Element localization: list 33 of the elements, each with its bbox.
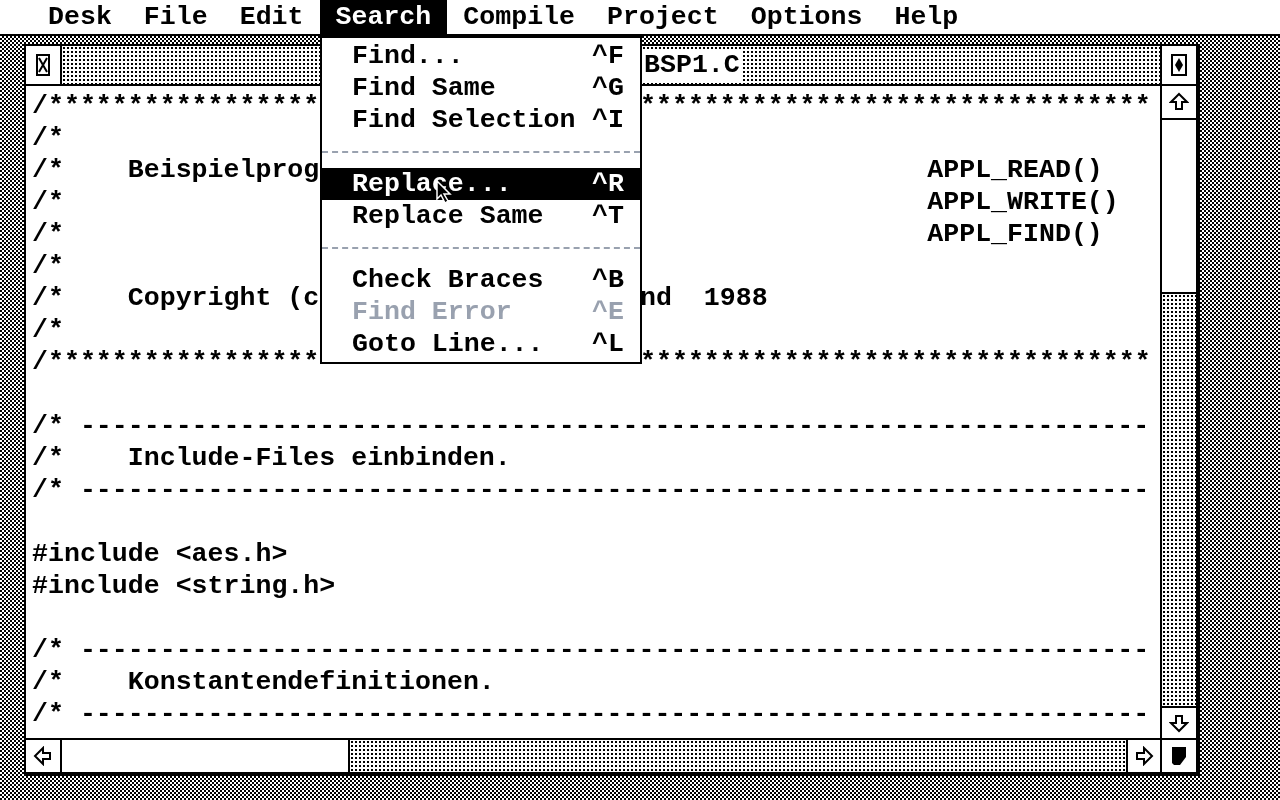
arrow-down-icon: [1169, 713, 1189, 733]
code-line: /*: [32, 315, 64, 345]
resize-icon: [1170, 745, 1188, 767]
code-line: /* Konstantendefinitionen.: [32, 667, 495, 697]
arrow-right-icon: [1134, 746, 1154, 766]
code-line: #include <aes.h>: [32, 539, 288, 569]
code-line: ********************************: [640, 90, 1151, 122]
code-line: /* -------------------------------------------------------------------: [32, 635, 1150, 665]
code-line: /*: [32, 123, 64, 153]
arrow-left-icon: [33, 746, 53, 766]
code-line: /*: [32, 251, 64, 281]
code-line: ********************************: [640, 346, 1151, 378]
code-line: /* -------------------------------------------------------------------: [32, 699, 1150, 729]
close-icon: [36, 54, 50, 76]
code-line: APPL_WRITE(): [926, 186, 1119, 218]
code-line: APPL_FIND(): [926, 218, 1103, 250]
window-title: BSP1.C: [642, 49, 742, 81]
code-line: APPL_READ(): [926, 154, 1103, 186]
code-line: /* Include-Files einbinden.: [32, 443, 511, 473]
code-line: /* -------------------------------------------------------------------: [32, 411, 1150, 441]
code-line: /* -------------------------------------------------------------------: [32, 475, 1150, 505]
fuller-icon: [1171, 54, 1187, 76]
arrow-up-icon: [1169, 92, 1189, 112]
code-line: /*****************: [32, 91, 320, 121]
code-line: /*: [32, 187, 64, 217]
code-line: /*****************: [32, 347, 320, 377]
code-line: /*: [32, 219, 64, 249]
code-line: nd 1988: [640, 282, 768, 314]
code-line: #include <string.h>: [32, 571, 336, 601]
menu-item[interactable]: Replace... ^R: [322, 168, 640, 200]
code-line: /* Copyright (c: [32, 283, 320, 313]
menu-title[interactable]: Search: [319, 0, 448, 34]
code-line: /* Beispielprog: [32, 155, 320, 185]
